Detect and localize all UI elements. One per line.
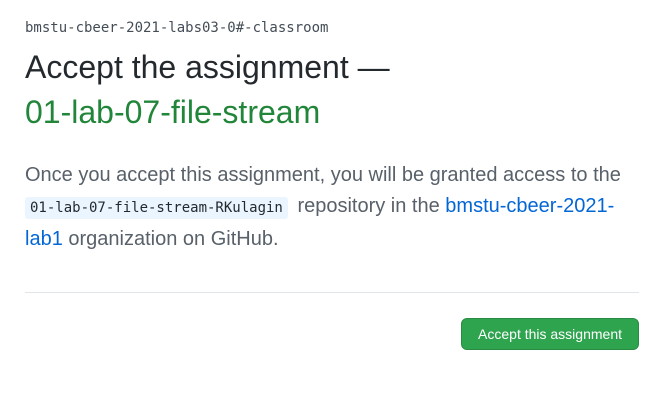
description-text-after: organization on GitHub. (68, 228, 279, 250)
description-text-before: Once you accept this assignment, you wil… (25, 164, 621, 186)
assignment-description: Once you accept this assignment, you wil… (25, 160, 637, 255)
classroom-name: bmstu-cbeer-2021-labs03-0#-classroom (25, 20, 329, 36)
page-title-line1: Accept the assignment — (25, 49, 390, 85)
assignment-name: 01-lab-07-file-stream (25, 94, 321, 130)
description-text-middle: repository in the (297, 195, 440, 217)
page-title: Accept the assignment — 01-lab-07-file-s… (25, 45, 390, 135)
divider (25, 292, 639, 293)
accept-assignment-button[interactable]: Accept this assignment (461, 318, 639, 350)
repository-name: 01-lab-07-file-stream-RKulagin (25, 197, 288, 219)
